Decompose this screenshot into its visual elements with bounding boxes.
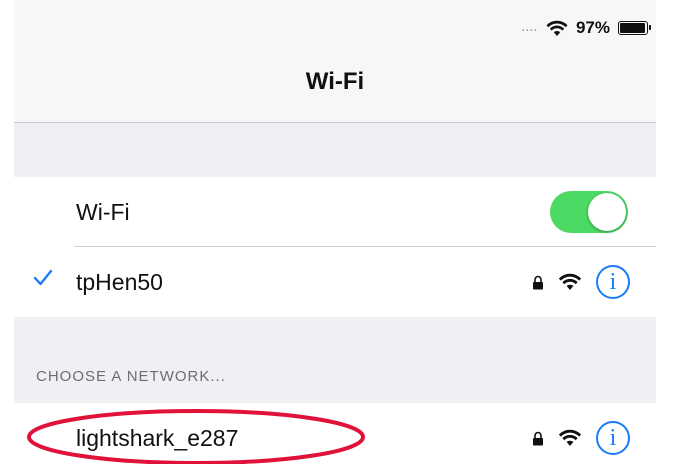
wifi-toggle-label: Wi-Fi	[76, 199, 130, 225]
wifi-icon	[546, 20, 568, 36]
connected-network-row[interactable]: tpHen50 i	[14, 247, 656, 317]
wifi-toggle-switch[interactable]	[550, 191, 628, 233]
battery-icon	[618, 21, 651, 35]
section-header: CHOOSE A NETWORK...	[36, 368, 226, 385]
network-row[interactable]: lightshark_e287 i	[14, 403, 656, 464]
status-bar: .... 97%	[521, 16, 651, 40]
navigation-bar: .... 97% Wi-Fi	[14, 0, 656, 123]
lock-icon	[533, 275, 543, 289]
toggle-knob	[588, 193, 626, 231]
network-list: lightshark_e287 i	[14, 403, 656, 464]
battery-percentage: 97%	[575, 18, 610, 37]
network-name: lightshark_e287	[76, 425, 239, 451]
battery-level	[620, 23, 646, 33]
network-status-icons: i	[532, 419, 630, 457]
lock-icon	[533, 431, 543, 445]
checkmark-icon	[33, 269, 53, 286]
wifi-icon	[558, 273, 582, 290]
cellular-signal-indicator: ....	[521, 22, 538, 34]
connected-network-name: tpHen50	[76, 269, 163, 295]
wifi-settings-group: Wi-Fi tpHen50 i	[14, 177, 656, 317]
settings-screen: .... 97% Wi-Fi Wi-Fi tpHen50 i CHOOSE A …	[14, 0, 656, 464]
wifi-toggle-row: Wi-Fi	[14, 177, 656, 247]
wifi-icon	[558, 429, 582, 446]
info-icon[interactable]: i	[596, 265, 630, 299]
info-icon[interactable]: i	[596, 421, 630, 455]
network-status-icons: i	[532, 263, 630, 301]
page-title: Wi-Fi	[305, 68, 365, 95]
